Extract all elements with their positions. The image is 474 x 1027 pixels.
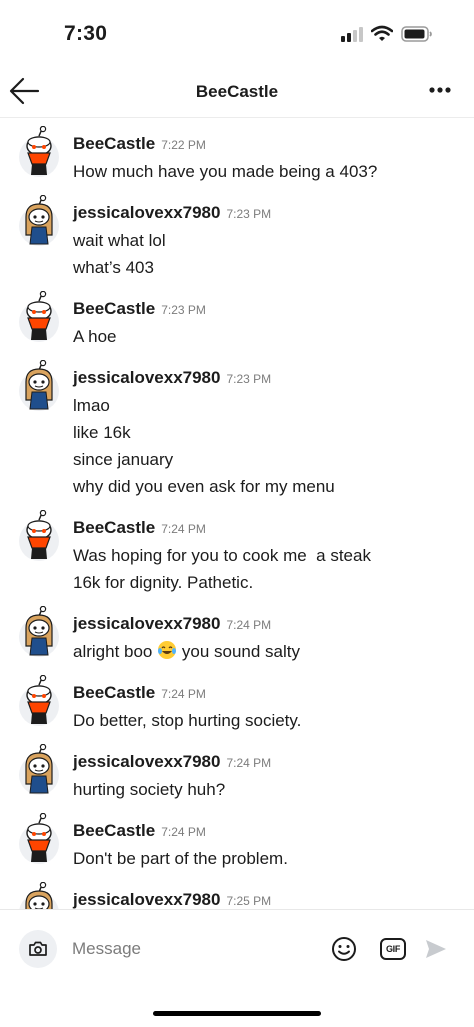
- avatar[interactable]: [18, 674, 60, 727]
- message-username[interactable]: BeeCastle: [73, 683, 155, 703]
- message-username[interactable]: jessicalovexx7980: [73, 368, 220, 388]
- gif-button[interactable]: GIF: [380, 938, 406, 960]
- send-button[interactable]: [424, 938, 448, 960]
- message-text: Don't be part of the problem.: [73, 849, 288, 868]
- avatar[interactable]: [18, 605, 60, 658]
- message-header: jessicalovexx7980 7:24 PM: [73, 752, 474, 776]
- message-timestamp: 7:24 PM: [226, 756, 272, 770]
- message-group: BeeCastle 7:23 PM A hoe: [0, 283, 474, 352]
- avatar[interactable]: [18, 359, 60, 412]
- message-text-segment: alright boo: [73, 642, 153, 661]
- avatar[interactable]: [18, 290, 60, 343]
- message-username[interactable]: BeeCastle: [73, 134, 155, 154]
- message-input[interactable]: [72, 936, 312, 962]
- message-text: hurting society huh?: [73, 780, 226, 799]
- camera-icon: [29, 941, 47, 956]
- message-username[interactable]: BeeCastle: [73, 518, 155, 538]
- message-text: 16k for dignity. Pathetic.: [73, 573, 254, 592]
- message-header: BeeCastle 7:22 PM: [73, 134, 474, 158]
- message-header: BeeCastle 7:24 PM: [73, 683, 474, 707]
- message-header: jessicalovexx7980 7:25 PM: [73, 890, 474, 909]
- message-text: wait what lol: [73, 231, 166, 250]
- camera-button[interactable]: [19, 930, 57, 968]
- message-header: BeeCastle 7:24 PM: [73, 821, 474, 845]
- message-username[interactable]: jessicalovexx7980: [73, 203, 220, 223]
- cellular-signal-icon: [341, 27, 363, 42]
- smiley-icon: [332, 937, 356, 961]
- avatar[interactable]: [18, 194, 60, 247]
- message-timestamp: 7:24 PM: [161, 825, 206, 839]
- message-username[interactable]: jessicalovexx7980: [73, 614, 220, 634]
- nav-bar: BeeCastle: [0, 70, 474, 118]
- ellipsis-icon: [429, 87, 451, 93]
- message-text: How much have you made being a 403?: [73, 162, 378, 181]
- message-group: jessicalovexx7980 7:23 PM wait what lol wha…: [0, 187, 474, 283]
- message-username[interactable]: jessicalovexx7980: [73, 890, 220, 909]
- message-timestamp: 7:23 PM: [161, 303, 206, 317]
- avatar[interactable]: [18, 743, 60, 796]
- message-group: jessicalovexx7980 7:24 PM alright boo you …: [0, 598, 474, 667]
- emoji-button[interactable]: [331, 936, 357, 962]
- message-timestamp: 7:24 PM: [226, 618, 272, 632]
- message-group: BeeCastle 7:24 PM Don't be part of the pro…: [0, 805, 474, 874]
- message-timestamp: 7:24 PM: [161, 522, 206, 536]
- message-header: jessicalovexx7980 7:24 PM: [73, 614, 474, 638]
- laughing-tears-emoji: [158, 641, 177, 659]
- message-text: since january: [73, 450, 174, 469]
- more-options-button[interactable]: [426, 78, 454, 102]
- message-group: jessicalovexx7980 7:23 PM lmao like 16k sinc…: [0, 352, 474, 502]
- message-group: BeeCastle 7:24 PM Do better, stop hurting …: [0, 667, 474, 736]
- message-username[interactable]: BeeCastle: [73, 299, 155, 319]
- message-header: BeeCastle 7:24 PM: [73, 518, 474, 542]
- avatar[interactable]: [18, 125, 60, 178]
- message-text-segment: you sound salty: [181, 642, 300, 661]
- message-timestamp: 7:24 PM: [161, 687, 206, 701]
- message-text: what’s 403: [73, 258, 154, 277]
- page-title: BeeCastle: [195, 82, 279, 101]
- message-header: jessicalovexx7980 7:23 PM: [73, 368, 474, 392]
- message-text: alright boo you sound salty: [73, 638, 474, 665]
- message-username[interactable]: BeeCastle: [73, 821, 155, 841]
- wifi-icon: [371, 25, 393, 41]
- avatar[interactable]: [18, 509, 60, 562]
- message-group: jessicalovexx79807:25 PMi’m making that …: [0, 874, 474, 909]
- status-bar: 7:30: [0, 0, 474, 70]
- message-text: why did you even ask for my menu: [73, 477, 335, 496]
- avatar[interactable]: [18, 812, 60, 865]
- message-header: jessicalovexx7980 7:23 PM: [73, 203, 474, 227]
- message-timestamp: 7:25 PM: [226, 894, 272, 908]
- message-text: like 16k: [73, 423, 131, 442]
- status-time: 7:30: [64, 22, 108, 45]
- message-username[interactable]: jessicalovexx7980: [73, 752, 220, 772]
- message-list[interactable]: BeeCastle 7:22 PM How much have you made b…: [0, 118, 474, 909]
- home-indicator: [153, 1011, 321, 1016]
- message-composer: GIF: [0, 909, 474, 987]
- send-icon: [426, 940, 446, 958]
- battery-icon: [401, 26, 432, 42]
- message-text: lmao: [73, 396, 110, 415]
- message-timestamp: 7:22 PM: [161, 138, 206, 152]
- message-text: Do better, stop hurting society.: [73, 711, 302, 730]
- avatar[interactable]: [18, 881, 60, 909]
- message-header: BeeCastle 7:23 PM: [73, 299, 474, 323]
- message-text: A hoe: [73, 327, 117, 346]
- message-group: jessicalovexx7980 7:24 PM hurting society …: [0, 736, 474, 805]
- message-timestamp: 7:23 PM: [226, 207, 272, 221]
- message-group: BeeCastle 7:24 PM Was hoping for you to co…: [0, 502, 474, 598]
- message-timestamp: 7:23 PM: [226, 372, 272, 386]
- message-text: Was hoping for you to cook me a steak: [73, 546, 371, 565]
- message-group: BeeCastle 7:22 PM How much have you made b…: [0, 118, 474, 187]
